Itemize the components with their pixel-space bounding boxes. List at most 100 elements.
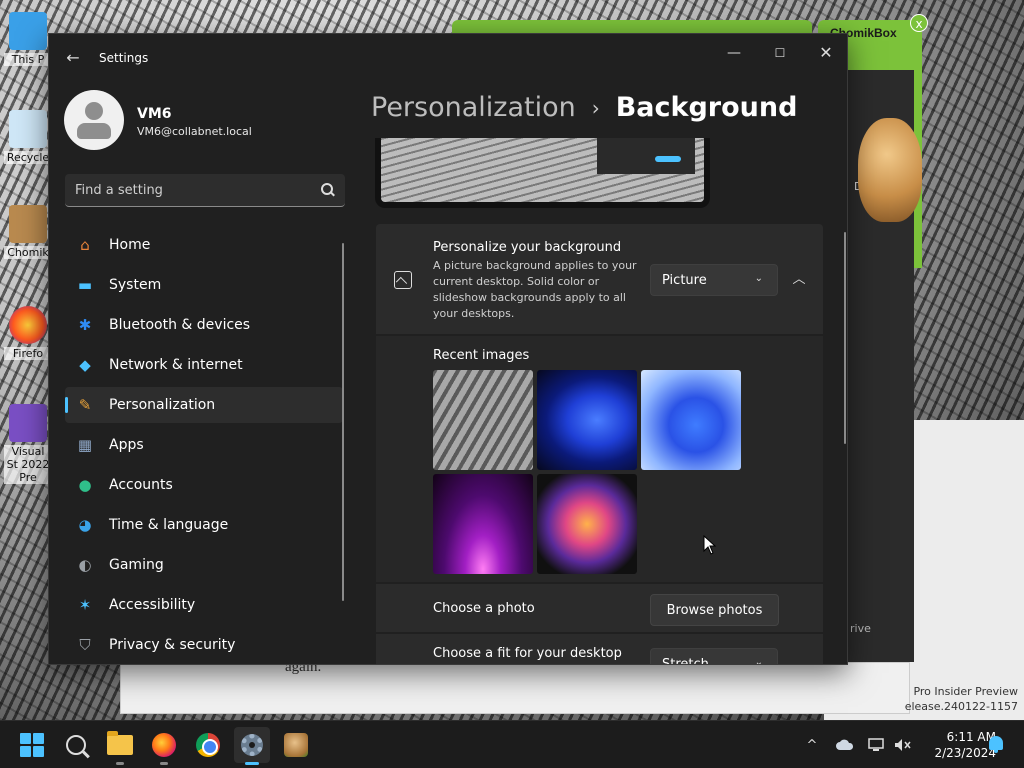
- chevron-up-icon[interactable]: ︿: [786, 268, 812, 292]
- file-explorer-button[interactable]: [102, 727, 138, 765]
- home-icon: ⌂: [80, 235, 90, 254]
- gear-icon: [241, 734, 263, 756]
- firefox-icon: [152, 733, 176, 757]
- page-title: Background: [615, 92, 798, 123]
- folder-icon: [107, 731, 133, 755]
- watermark-line: elease.240122-1157: [904, 700, 1018, 713]
- accounts-icon: ●: [78, 475, 92, 494]
- shield-icon: ⛉: [79, 635, 91, 654]
- window-title: Settings: [99, 51, 149, 65]
- chevron-up-icon[interactable]: ^: [802, 721, 822, 768]
- content-scrollbar[interactable]: [844, 232, 846, 444]
- settings-button[interactable]: [234, 727, 270, 765]
- sidebar-item-accounts[interactable]: ● Accounts: [65, 467, 343, 503]
- start-button[interactable]: [14, 727, 50, 763]
- desktop-icon-recycle-bin[interactable]: Recycle: [4, 110, 52, 164]
- sidebar-item-apps[interactable]: ▦ Apps: [65, 427, 343, 463]
- onedrive-icon[interactable]: [834, 721, 856, 768]
- sidebar-item-label: System: [109, 277, 162, 293]
- close-button[interactable]: ✕: [803, 38, 847, 68]
- clock-date: 2/23/2024: [934, 746, 996, 760]
- breadcrumb-parent[interactable]: Personalization: [371, 92, 576, 123]
- background-document-window: again.: [120, 659, 910, 714]
- desktop-icon-this-pc[interactable]: This P: [4, 12, 52, 66]
- background-type-dropdown[interactable]: Picture ⌄: [650, 264, 778, 296]
- avatar[interactable]: [64, 90, 124, 150]
- desktop-preview: [375, 138, 710, 208]
- desktop-icon-label: Visual St 2022 Pre: [4, 445, 52, 484]
- network-icon[interactable]: [866, 721, 888, 768]
- back-arrow-icon[interactable]: ←: [61, 46, 85, 70]
- visual-studio-icon: [9, 404, 47, 442]
- find-setting-search[interactable]: [65, 174, 345, 207]
- clock-time: 6:11 AM: [946, 730, 996, 744]
- chrome-icon: [196, 733, 220, 757]
- hamster-icon: [9, 205, 47, 243]
- clock[interactable]: 6:11 AM 2/23/2024: [918, 729, 996, 761]
- windows-logo-icon: [20, 733, 44, 757]
- sidebar-item-label: Apps: [109, 437, 144, 453]
- sidebar-item-label: Time & language: [109, 517, 229, 533]
- user-name: VM6: [137, 106, 172, 122]
- minimize-button[interactable]: —: [711, 38, 757, 68]
- fit-dropdown[interactable]: Stretch ⌄: [650, 648, 778, 665]
- chrome-button[interactable]: [190, 727, 226, 763]
- apps-icon: ▦: [77, 435, 93, 454]
- os-watermark: Pro Insider Preview elease.240122-1157: [905, 684, 1018, 714]
- sidebar-item-accessibility[interactable]: ✶ Accessibility: [65, 587, 343, 623]
- desktop-icon-label: This P: [4, 53, 52, 66]
- hamster-mascot[interactable]: [858, 118, 922, 222]
- avatar-body: [77, 123, 111, 139]
- sidebar-item-home[interactable]: ⌂ Home: [65, 227, 343, 263]
- close-icon[interactable]: x: [910, 14, 928, 32]
- search-icon[interactable]: [321, 183, 333, 195]
- browse-photos-button[interactable]: Browse photos: [650, 594, 779, 626]
- manga-thumbnail[interactable]: [433, 370, 533, 470]
- personalize-background-card: Personalize your background A picture ba…: [376, 224, 823, 334]
- chomikbox-button[interactable]: [278, 727, 314, 763]
- sidebar-item-label: Accounts: [109, 477, 173, 493]
- search-button[interactable]: [58, 727, 94, 763]
- blue-bloom-light-thumbnail[interactable]: [641, 370, 741, 470]
- personalize-description: A picture background applies to your cur…: [433, 259, 637, 320]
- sidebar-item-network[interactable]: ◆ Network & internet: [65, 347, 343, 383]
- desktop-icon-visual-studio[interactable]: Visual St 2022 Pre: [4, 404, 52, 484]
- network-icon: ◆: [79, 355, 91, 374]
- panel-text: rive: [850, 622, 871, 635]
- title-bar[interactable]: ← Settings — ☐ ✕: [49, 34, 847, 82]
- sidebar-item-time-language[interactable]: ◕ Time & language: [65, 507, 343, 543]
- bluetooth-icon: ✱: [78, 315, 92, 334]
- personalize-heading: Personalize your background: [433, 240, 622, 255]
- sidebar-item-label: Network & internet: [109, 357, 243, 373]
- search-input[interactable]: [75, 174, 315, 206]
- mouse-cursor-icon: [703, 534, 717, 555]
- monitor-icon: [9, 12, 47, 50]
- volume-muted-icon[interactable]: [892, 721, 914, 768]
- firefox-button[interactable]: [146, 727, 182, 765]
- blue-bloom-dark-thumbnail[interactable]: [537, 370, 637, 470]
- sidebar-item-label: Personalization: [109, 397, 216, 413]
- colorful-ribbon-thumbnail[interactable]: [537, 474, 637, 574]
- sidebar-item-system[interactable]: ▬ System: [65, 267, 343, 303]
- choose-photo-label: Choose a photo: [433, 601, 535, 616]
- sidebar-scrollbar[interactable]: [342, 243, 344, 601]
- desktop-icon-chomik[interactable]: Chomik: [4, 205, 52, 259]
- dropdown-value: Stretch: [662, 657, 709, 665]
- chevron-down-icon: ⌄: [754, 273, 763, 284]
- system-icon: ▬: [77, 275, 93, 294]
- sidebar-item-label: Home: [109, 237, 151, 253]
- desktop-icon-label: Chomik: [4, 246, 52, 259]
- watermark-line: Pro Insider Preview: [913, 685, 1018, 698]
- sidebar-item-personalization[interactable]: ✎ Personalization: [65, 387, 343, 423]
- sidebar-item-bluetooth[interactable]: ✱ Bluetooth & devices: [65, 307, 343, 343]
- sidebar-item-gaming[interactable]: ◐ Gaming: [65, 547, 343, 583]
- sidebar-item-label: Bluetooth & devices: [109, 317, 251, 333]
- picture-icon: [394, 271, 412, 289]
- desktop-icon-firefox[interactable]: Firefo: [4, 306, 52, 360]
- purple-glow-thumbnail[interactable]: [433, 474, 533, 574]
- maximize-button[interactable]: ☐: [757, 38, 803, 68]
- recent-images-heading: Recent images: [433, 348, 530, 363]
- notification-bell-icon[interactable]: [989, 736, 1003, 753]
- choose-fit-label: Choose a fit for your desktop: [433, 646, 622, 661]
- sidebar-item-privacy[interactable]: ⛉ Privacy & security: [65, 627, 343, 663]
